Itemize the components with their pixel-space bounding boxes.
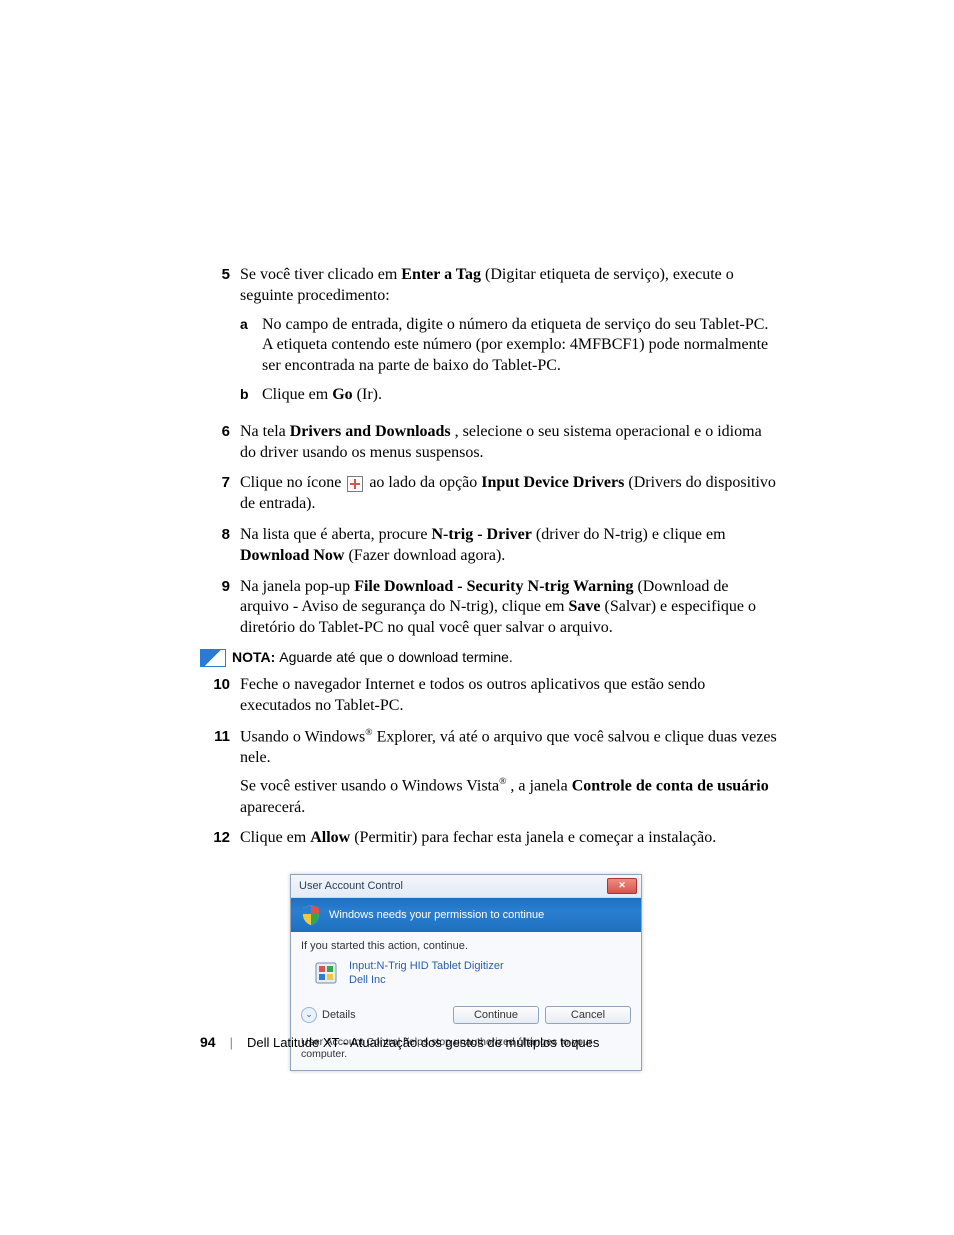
step-body: Na tela Drivers and Downloads , selecion… bbox=[240, 422, 779, 464]
document-page: 5 Se você tiver clicado em Enter a Tag (… bbox=[0, 0, 954, 1235]
uac-app-info: Input:N-Trig HID Tablet Digitizer Dell I… bbox=[349, 960, 504, 988]
registered-mark: ® bbox=[365, 727, 372, 738]
text: Na tela bbox=[240, 423, 290, 440]
substep-body: Clique em Go (Ir). bbox=[262, 385, 779, 406]
uac-headline: Windows needs your permission to continu… bbox=[329, 909, 544, 921]
text: Clique em bbox=[262, 386, 332, 403]
text: aparecerá. bbox=[240, 799, 305, 816]
text: Na lista que é aberta, procure bbox=[240, 526, 431, 543]
step-body: Clique no ícone ao lado da opção Input D… bbox=[240, 473, 779, 515]
substep-body: No campo de entrada, digite o número da … bbox=[262, 315, 779, 377]
bold-text: Save bbox=[569, 598, 601, 615]
step-9: 9 Na janela pop-up File Download - Secur… bbox=[200, 577, 779, 639]
substep-b: b Clique em Go (Ir). bbox=[240, 385, 779, 406]
step-number: 9 bbox=[200, 577, 240, 597]
bold-text: N-trig - Driver bbox=[431, 526, 531, 543]
text: Se você tiver clicado em bbox=[240, 266, 401, 283]
step-11: 11 Usando o Windows® Explorer, vá até o … bbox=[200, 727, 779, 819]
continue-button[interactable]: Continue bbox=[453, 1006, 539, 1024]
step-number: 10 bbox=[200, 675, 240, 695]
step-number: 8 bbox=[200, 525, 240, 545]
page-number: 94 bbox=[200, 1034, 216, 1050]
uac-started-text: If you started this action, continue. bbox=[301, 940, 631, 952]
substep-a: a No campo de entrada, digite o número d… bbox=[240, 315, 779, 377]
step-6: 6 Na tela Drivers and Downloads , seleci… bbox=[200, 422, 779, 464]
plus-icon bbox=[347, 476, 363, 492]
step-7: 7 Clique no ícone ao lado da opção Input… bbox=[200, 473, 779, 515]
bold-text: File Download - Security N-trig Warning bbox=[354, 578, 633, 595]
text: (Permitir) para fechar esta janela e com… bbox=[354, 829, 716, 846]
step-12: 12 Clique em Allow (Permitir) para fecha… bbox=[200, 828, 779, 849]
step-number: 11 bbox=[200, 727, 240, 747]
step-number: 6 bbox=[200, 422, 240, 442]
uac-app-publisher: Dell Inc bbox=[349, 974, 504, 988]
shield-icon bbox=[301, 904, 321, 926]
note-label: NOTA: bbox=[232, 649, 275, 665]
footer-separator: | bbox=[230, 1035, 233, 1050]
substep-letter: a bbox=[240, 315, 262, 333]
text: Se você estiver usando o Windows Vista bbox=[240, 778, 499, 795]
bold-text: Enter a Tag bbox=[401, 266, 481, 283]
step-8: 8 Na lista que é aberta, procure N-trig … bbox=[200, 525, 779, 567]
bold-text: Allow bbox=[310, 829, 350, 846]
step-number: 12 bbox=[200, 828, 240, 848]
bold-text: Controle de conta de usuário bbox=[572, 778, 769, 795]
cancel-button[interactable]: Cancel bbox=[545, 1006, 631, 1024]
uac-titlebar: User Account Control ✕ bbox=[291, 875, 641, 898]
text: Usando o Windows bbox=[240, 728, 365, 745]
step-10: 10 Feche o navegador Internet e todos os… bbox=[200, 675, 779, 717]
note-row: NOTA: Aguarde até que o download termine… bbox=[200, 649, 779, 667]
text: Na janela pop-up bbox=[240, 578, 354, 595]
text: Clique no ícone bbox=[240, 474, 345, 491]
text: (Fazer download agora). bbox=[348, 547, 505, 564]
text: (Ir). bbox=[357, 386, 382, 403]
step-body: Se você tiver clicado em Enter a Tag (Di… bbox=[240, 265, 779, 412]
text: Clique em bbox=[240, 829, 310, 846]
uac-title: User Account Control bbox=[299, 880, 403, 892]
footer-text: Dell Latitude XT - Atualização dos gesto… bbox=[247, 1035, 599, 1050]
bold-text: Drivers and Downloads bbox=[290, 423, 451, 440]
substep-letter: b bbox=[240, 385, 262, 403]
step-number: 7 bbox=[200, 473, 240, 493]
step-body: Na janela pop-up File Download - Securit… bbox=[240, 577, 779, 639]
page-footer: 94 | Dell Latitude XT - Atualização dos … bbox=[200, 1034, 599, 1050]
step-body: Usando o Windows® Explorer, vá até o arq… bbox=[240, 727, 779, 819]
text: (driver do N-trig) e clique em bbox=[536, 526, 726, 543]
text: ao lado da opção bbox=[369, 474, 481, 491]
uac-controls: ⌄ Details Continue Cancel bbox=[301, 1000, 631, 1030]
uac-headline-band: Windows needs your permission to continu… bbox=[291, 898, 641, 932]
installer-icon bbox=[313, 960, 339, 986]
text: , a janela bbox=[510, 778, 571, 795]
uac-app-row: Input:N-Trig HID Tablet Digitizer Dell I… bbox=[313, 960, 631, 988]
note-text: Aguarde até que o download termine. bbox=[279, 649, 513, 665]
bold-text: Input Device Drivers bbox=[481, 474, 624, 491]
step-body: Clique em Allow (Permitir) para fechar e… bbox=[240, 828, 779, 849]
uac-button-row: Continue Cancel bbox=[453, 1006, 631, 1024]
chevron-down-icon: ⌄ bbox=[301, 1007, 317, 1023]
step-body: Feche o navegador Internet e todos os ou… bbox=[240, 675, 779, 717]
details-label: Details bbox=[322, 1009, 356, 1021]
step-number: 5 bbox=[200, 265, 240, 285]
step-body: Na lista que é aberta, procure N-trig - … bbox=[240, 525, 779, 567]
note-icon bbox=[200, 649, 226, 667]
step-5: 5 Se você tiver clicado em Enter a Tag (… bbox=[200, 265, 779, 412]
uac-app-name: Input:N-Trig HID Tablet Digitizer bbox=[349, 960, 504, 974]
registered-mark: ® bbox=[499, 776, 506, 787]
bold-text: Go bbox=[332, 386, 352, 403]
close-button[interactable]: ✕ bbox=[607, 878, 637, 894]
bold-text: Download Now bbox=[240, 547, 344, 564]
details-toggle[interactable]: ⌄ Details bbox=[301, 1007, 356, 1023]
